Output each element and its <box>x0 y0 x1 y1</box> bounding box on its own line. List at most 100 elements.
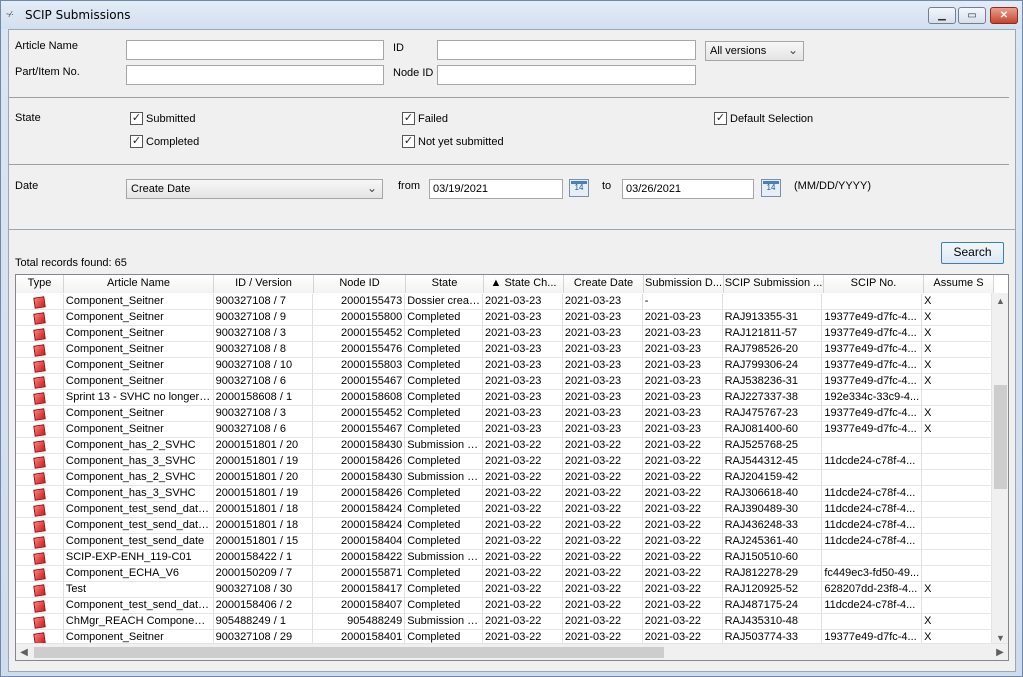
table-row[interactable]: Component_Seitner 900327108 / 3 2000155452… <box>16 406 993 422</box>
scroll-right-icon[interactable]: ▶ <box>992 644 1008 660</box>
article-name-input[interactable] <box>126 40 384 60</box>
table-cell: Completed <box>405 598 484 614</box>
table-cell: 11dcde24-c78f-4... <box>822 598 923 614</box>
table-row[interactable]: Component_Seitner 900327108 / 6 2000155467… <box>16 422 993 438</box>
table-cell: 2000151801 / 19 <box>214 454 314 470</box>
column-header[interactable]: Node ID <box>314 275 406 293</box>
table-row[interactable]: ChMgr_REACH Component ... 905488249 / 1 90… <box>16 614 993 630</box>
table-row[interactable]: Component_Seitner 900327108 / 10 200015580… <box>16 358 993 374</box>
type-cell <box>16 326 64 342</box>
table-row[interactable]: Component_test_send_date... 2000158406 / … <box>16 598 993 614</box>
table-cell: 2021-03-23 <box>563 326 643 342</box>
not-yet-submitted-checkbox[interactable]: ✓ Not yet submitted <box>402 135 504 148</box>
type-cell <box>16 534 64 550</box>
table-row[interactable]: SCIP-EXP-ENH_119-C01 2000158422 / 1 200015… <box>16 550 993 566</box>
node-id-input[interactable] <box>437 65 696 85</box>
table-cell: 2000158406 / 2 <box>214 598 314 614</box>
table-row[interactable]: Sprint 13 - SVHC no longer p... 200015860… <box>16 390 993 406</box>
date-type-dropdown[interactable]: Create Date ⌄ <box>126 179 383 199</box>
table-row[interactable]: Component_test_send_date 2000151801 / 15 2… <box>16 534 993 550</box>
part-item-input[interactable] <box>126 65 384 85</box>
horizontal-scroll-thumb[interactable] <box>34 647 664 658</box>
red-part-cube-icon <box>33 599 46 613</box>
table-cell: Component_Seitner <box>64 374 214 390</box>
table-row[interactable]: Component_Seitner 900327108 / 9 2000155800… <box>16 310 993 326</box>
table-row[interactable]: Component_has_3_SVHC 2000151801 / 19 20001… <box>16 454 993 470</box>
scroll-up-icon[interactable]: ▲ <box>992 293 1008 309</box>
table-cell: 2021-03-22 <box>563 598 643 614</box>
table-row[interactable]: Component_has_3_SVHC 2000151801 / 19 20001… <box>16 486 993 502</box>
red-part-cube-icon <box>33 311 46 325</box>
date-format-hint: (MM/DD/YYYY) <box>794 180 871 192</box>
table-cell: Completed <box>405 406 484 422</box>
column-header[interactable]: ID / Version <box>214 275 314 293</box>
table-cell: Completed <box>405 422 484 438</box>
table-cell: 2021-03-22 <box>563 518 643 534</box>
maximize-button[interactable]: ▭ <box>958 7 986 24</box>
minimize-button[interactable]: ▁ <box>928 7 956 24</box>
to-date-input[interactable] <box>622 179 754 199</box>
column-header[interactable]: Article Name <box>64 275 214 293</box>
horizontal-scrollbar[interactable]: ◀ ▶ <box>16 643 1008 660</box>
date-label: Date <box>15 180 39 192</box>
table-cell: Completed <box>405 310 484 326</box>
table-row[interactable]: Component_Seitner 900327108 / 6 2000155467… <box>16 374 993 390</box>
red-part-cube-icon <box>33 455 46 469</box>
id-input[interactable] <box>437 40 696 60</box>
default-selection-checkbox[interactable]: ✓ Default Selection <box>714 112 813 125</box>
search-button[interactable]: Search <box>941 242 1004 264</box>
table-cell: 2021-03-22 <box>643 566 723 582</box>
red-part-cube-icon <box>33 375 46 389</box>
table-cell: Component_has_3_SVHC <box>64 486 214 502</box>
table-cell: 2021-03-22 <box>483 438 563 454</box>
calendar-icon[interactable]: 14 <box>569 179 589 197</box>
column-header[interactable]: Type <box>16 275 64 293</box>
table-cell: RAJ538236-31 <box>723 374 823 390</box>
failed-checkbox[interactable]: ✓ Failed <box>402 112 448 125</box>
column-header[interactable]: Create Date <box>564 275 644 293</box>
completed-checkbox[interactable]: ✓ Completed <box>130 135 199 148</box>
table-cell: 2000158424 <box>313 518 406 534</box>
table-row[interactable]: Component_has_2_SVHC 2000151801 / 20 20001… <box>16 470 993 486</box>
table-cell: 11dcde24-c78f-4... <box>822 518 923 534</box>
column-header[interactable]: ▲ State Ch... <box>484 275 564 293</box>
table-cell: RAJ812278-29 <box>723 566 823 582</box>
table-cell: 2000158417 <box>313 582 406 598</box>
table-row[interactable]: Component_test_send_date... 2000151801 / … <box>16 518 993 534</box>
table-row[interactable]: Component_test_send_date... 2000151801 / … <box>16 502 993 518</box>
column-header[interactable]: SCIP No. <box>824 275 924 293</box>
column-header[interactable]: State <box>406 275 484 293</box>
red-part-cube-icon <box>33 487 46 501</box>
table-row[interactable]: Component_Seitner 900327108 / 8 2000155476… <box>16 342 993 358</box>
scroll-left-icon[interactable]: ◀ <box>16 644 32 660</box>
app-icon: ~⁄· <box>6 10 14 19</box>
from-date-input[interactable] <box>429 179 563 199</box>
title-bar[interactable]: ~⁄· SCIP Submissions ▁ ▭ ✕ <box>1 1 1022 29</box>
vertical-scrollbar[interactable]: ▲ ▼ <box>991 293 1008 646</box>
table-row[interactable]: Component_has_2_SVHC 2000151801 / 20 20001… <box>16 438 993 454</box>
table-row[interactable]: Component_Seitner 900327108 / 7 2000155473… <box>16 294 993 310</box>
column-header[interactable]: SCIP Submission ... <box>724 275 824 293</box>
table-cell: 2021-03-22 <box>643 518 723 534</box>
table-cell: 2021-03-22 <box>483 454 563 470</box>
table-cell: RAJ306618-40 <box>723 486 823 502</box>
table-cell: RAJ799306-24 <box>723 358 823 374</box>
table-row[interactable]: Component_Seitner 900327108 / 3 2000155452… <box>16 326 993 342</box>
table-cell: 2000150209 / 7 <box>214 566 314 582</box>
red-part-cube-icon <box>33 615 46 629</box>
table-row[interactable]: Test 900327108 / 30 2000158417 Completed 202… <box>16 582 993 598</box>
table-cell: 2021-03-22 <box>643 470 723 486</box>
calendar-icon[interactable]: 14 <box>761 179 781 197</box>
submitted-checkbox[interactable]: ✓ Submitted <box>130 112 196 125</box>
column-header[interactable]: Submission D... <box>644 275 724 293</box>
table-cell: Completed <box>405 534 484 550</box>
column-header[interactable]: Assume S <box>924 275 994 293</box>
table-row[interactable]: Component_ECHA_V6 2000150209 / 7 200015587… <box>16 566 993 582</box>
vertical-scroll-thumb[interactable] <box>994 385 1007 489</box>
table-cell: 2021-03-22 <box>643 614 723 630</box>
versions-dropdown[interactable]: All versions ⌄ <box>705 41 804 61</box>
table-cell: 11dcde24-c78f-4... <box>822 534 923 550</box>
from-label: from <box>398 180 420 192</box>
table-cell: 2021-03-23 <box>563 374 643 390</box>
close-button[interactable]: ✕ <box>990 7 1018 24</box>
